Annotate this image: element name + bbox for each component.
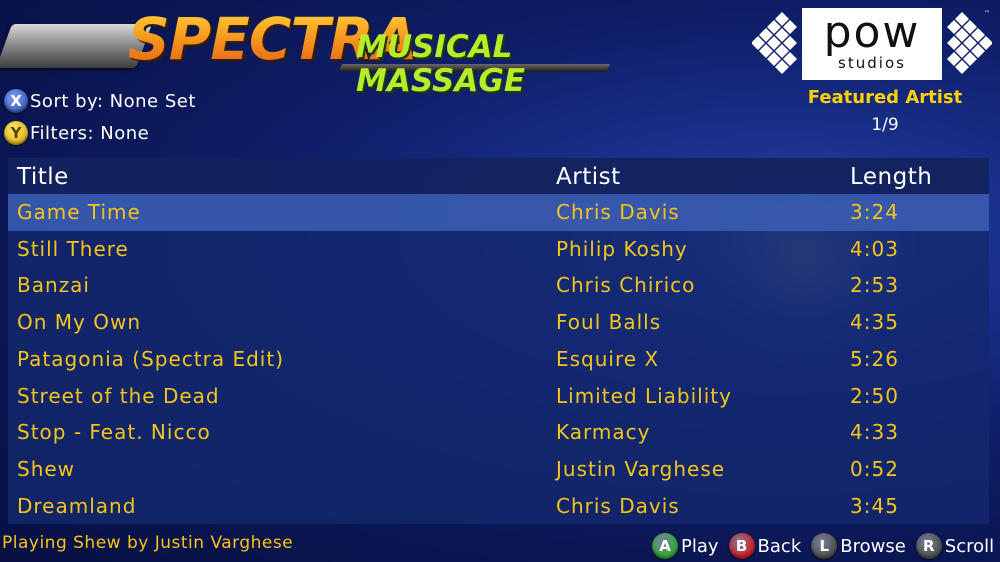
- track-artist: Philip Koshy: [556, 236, 688, 261]
- track-length: 0:52: [850, 456, 899, 481]
- track-title: Banzai: [17, 273, 90, 298]
- button-hints: A Play B Back L Browse R Scroll: [652, 532, 994, 560]
- track-title: Patagonia (Spectra Edit): [17, 346, 284, 371]
- game-logo: SPECTRA MUSICAL MASSAGE: [0, 6, 612, 98]
- track-title: Street of the Dead: [17, 383, 220, 408]
- column-header-length[interactable]: Length: [850, 164, 932, 190]
- sort-label: Sort by: None Set: [30, 90, 196, 112]
- track-list-header: Title Artist Length: [8, 158, 989, 194]
- hint-label: Scroll: [944, 535, 995, 557]
- diamond-pattern-icon: [947, 12, 992, 74]
- track-row[interactable]: Shew Justin Varghese 0:52: [8, 451, 989, 488]
- track-title: Still There: [17, 236, 129, 261]
- sort-filter-controls: X Sort by: None Set Y Filters: None: [4, 86, 196, 150]
- track-length: 2:53: [850, 273, 899, 298]
- track-title: Game Time: [17, 200, 141, 224]
- track-title: Stop - Feat. Nicco: [17, 420, 211, 445]
- track-row[interactable]: Stop - Feat. Nicco Karmacy 4:33: [8, 414, 989, 451]
- track-length: 4:03: [850, 236, 899, 261]
- track-row[interactable]: Banzai Chris Chirico 2:53: [8, 267, 989, 304]
- now-playing-status: Playing Shew by Justin Varghese: [2, 533, 294, 553]
- pow-logo-box: pow studios: [802, 8, 942, 80]
- track-artist: Chris Chirico: [556, 273, 696, 298]
- track-artist: Justin Varghese: [556, 456, 726, 481]
- track-artist: Esquire X: [556, 346, 660, 371]
- right-stick-icon: R: [915, 533, 942, 559]
- filter-label: Filters: None: [30, 122, 150, 144]
- hint-scroll[interactable]: R Scroll: [915, 533, 995, 559]
- b-button-icon: B: [728, 533, 755, 559]
- studios-logo-text: studios: [838, 54, 906, 72]
- column-header-title[interactable]: Title: [17, 164, 69, 190]
- track-row[interactable]: Street of the Dead Limited Liability 2:50: [8, 378, 989, 415]
- x-button-icon: X: [4, 89, 28, 113]
- track-title: Shew: [17, 456, 76, 481]
- diamond-pattern-icon: [752, 12, 797, 74]
- sort-control[interactable]: X Sort by: None Set: [4, 86, 196, 116]
- track-list: Title Artist Length Game Time Chris Davis…: [8, 158, 989, 524]
- hint-play[interactable]: A Play: [652, 533, 719, 559]
- track-length: 3:24: [850, 200, 899, 224]
- featured-artist-label: Featured Artist: [807, 87, 963, 108]
- publisher-logo: pow studios ™: [750, 6, 992, 80]
- hint-back[interactable]: B Back: [728, 533, 802, 559]
- track-artist: Limited Liability: [556, 383, 732, 408]
- trademark-symbol: ™: [984, 10, 990, 17]
- hint-label: Play: [681, 535, 719, 557]
- track-artist: Karmacy: [556, 420, 651, 445]
- featured-page-indicator: 1/9: [871, 115, 899, 135]
- hint-browse[interactable]: L Browse: [811, 533, 906, 559]
- a-button-icon: A: [652, 533, 678, 559]
- column-header-artist[interactable]: Artist: [556, 164, 621, 190]
- track-length: 2:50: [850, 383, 899, 408]
- featured-artist: Featured Artist 1/9: [800, 86, 970, 140]
- track-artist: Chris Davis: [556, 200, 680, 224]
- hint-label: Browse: [840, 535, 906, 557]
- pow-logo-text: pow: [823, 7, 921, 58]
- track-row[interactable]: Still There Philip Koshy 4:03: [8, 231, 989, 268]
- track-row[interactable]: Dreamland Chris Davis 3:45: [8, 488, 989, 525]
- filter-control[interactable]: Y Filters: None: [4, 118, 196, 148]
- track-length: 3:45: [850, 493, 899, 518]
- left-stick-icon: L: [811, 533, 838, 559]
- track-artist: Chris Davis: [556, 493, 680, 518]
- track-length: 4:33: [850, 420, 899, 445]
- hint-label: Back: [757, 535, 802, 557]
- track-row[interactable]: Patagonia (Spectra Edit) Esquire X 5:26: [8, 341, 989, 378]
- track-title: Dreamland: [17, 493, 137, 518]
- track-title: On My Own: [17, 310, 141, 335]
- track-length: 5:26: [850, 346, 899, 371]
- y-button-icon: Y: [4, 121, 28, 145]
- track-row[interactable]: Game Time Chris Davis 3:24: [8, 194, 989, 231]
- logo-subtitle: MUSICAL MASSAGE: [356, 29, 526, 99]
- track-row[interactable]: On My Own Foul Balls 4:35: [8, 304, 989, 341]
- track-length: 4:35: [850, 310, 899, 335]
- track-artist: Foul Balls: [556, 310, 662, 335]
